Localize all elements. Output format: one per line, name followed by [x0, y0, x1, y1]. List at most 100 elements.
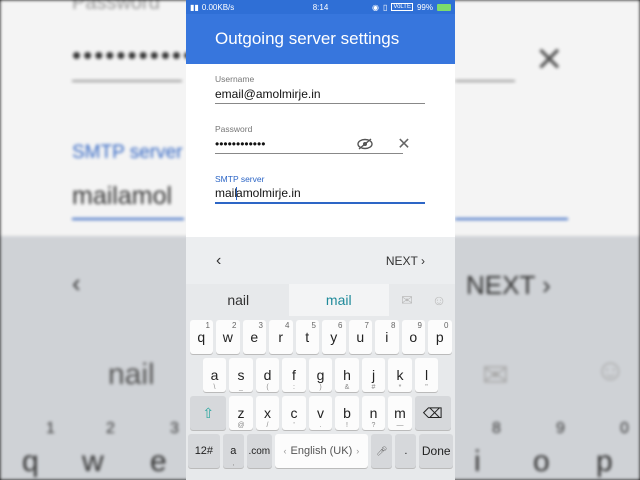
backspace-icon[interactable]: ⌫ — [414, 396, 451, 430]
phone-screen: ▮▮ 0.00KB/s 8:14 ◉ ▯ VoLTE 99% Outgoing … — [186, 0, 455, 480]
key-j[interactable]: j # — [361, 358, 386, 392]
key-label: w — [222, 329, 233, 345]
symbols-key[interactable]: 12# — [188, 434, 220, 468]
bg-prev-arrow: ‹ — [72, 268, 81, 298]
suggestion-item[interactable]: nail — [188, 284, 289, 316]
emoji-icon[interactable]: ☺ — [425, 292, 453, 308]
key-w[interactable]: w2 — [216, 320, 240, 354]
bg-smtp-label: SMTP server — [72, 142, 183, 163]
bg-emoji-icon: ☺ — [595, 354, 626, 387]
key-o[interactable]: o9 — [401, 320, 425, 354]
bg-mail-icon: ✉ — [482, 357, 509, 393]
key-alt-label: # — [371, 384, 376, 391]
key-i[interactable]: i8 — [375, 320, 399, 354]
key-row-4: 12# a, .com ‹ English (UK) › 🎤︎ . Done — [188, 434, 453, 468]
key-t[interactable]: t5 — [295, 320, 319, 354]
key-alt-label: ! — [346, 422, 348, 429]
smtp-input[interactable]: mail amolmirje.in — [215, 184, 425, 204]
shift-key[interactable]: ⇧ — [190, 396, 227, 430]
key-c[interactable]: c ' — [282, 396, 306, 430]
eye-status-icon: ◉ — [372, 2, 379, 12]
key-row-1: q1w2e3r4t5y6u7i8o9p0 — [188, 320, 453, 354]
key-g[interactable]: g) — [308, 358, 333, 392]
bg-num: 2 — [106, 420, 115, 437]
key-x[interactable]: x / — [255, 396, 280, 430]
key-label: a — [210, 367, 219, 383]
suggestion-item-selected[interactable]: mail — [288, 284, 389, 316]
username-input[interactable]: email@amolmirje.in — [215, 84, 425, 104]
bg-num: 8 — [492, 420, 501, 437]
bg-line — [72, 80, 182, 82]
key-alt-label: 8 — [391, 321, 396, 330]
keyboard: nail mail ✉ ☺ q1w2e3r4t5y6u7i8o9p0 a \ s _ d… — [186, 284, 455, 480]
key-label: x — [264, 405, 271, 421]
key-a[interactable]: a \ — [202, 358, 227, 392]
key-alt-label: _ — [239, 384, 243, 391]
key-label: q — [197, 329, 206, 345]
key-alt-label: & — [344, 384, 350, 391]
key-m[interactable]: m — — [388, 396, 412, 430]
key-f[interactable]: f: — [282, 358, 306, 392]
signal-icon: ▮▮ — [190, 2, 199, 12]
bg-key: i — [474, 445, 481, 478]
bg-line — [455, 218, 568, 220]
key-n[interactable]: n? — [361, 396, 386, 430]
prev-button[interactable]: ‹ — [216, 252, 221, 270]
key-alt-label: 9 — [417, 321, 422, 330]
form-navigation: ‹ NEXT › — [186, 237, 455, 284]
key-label: l — [424, 367, 429, 383]
key-alt-label: . — [319, 422, 322, 429]
key-alt-label: 5 — [311, 321, 316, 330]
key-alt-label: \ — [213, 384, 216, 391]
key-alt-label: / — [266, 422, 269, 429]
key-alt-label: 4 — [285, 321, 290, 330]
page-title: Outgoing server settings — [215, 29, 400, 48]
key-label: z — [237, 405, 245, 421]
password-field[interactable]: Password •••••••••••• ✕ — [215, 104, 411, 154]
smtp-value-after: amolmirje.in — [236, 186, 301, 200]
mail-icon[interactable]: ✉ — [389, 292, 425, 309]
key-h[interactable]: h & — [335, 358, 359, 392]
key-r[interactable]: r4 — [269, 320, 293, 354]
app-bar: Outgoing server settings — [186, 14, 455, 64]
done-key[interactable]: Done — [419, 434, 453, 468]
key-d[interactable]: d( — [255, 358, 280, 392]
mic-icon[interactable]: 🎤︎ — [371, 434, 393, 468]
key-alt-label: ) — [319, 384, 322, 391]
key-e[interactable]: e3 — [242, 320, 266, 354]
space-key[interactable]: ‹ English (UK) › — [274, 434, 369, 468]
key-alt-label: — — [396, 422, 404, 429]
bg-line — [455, 80, 515, 82]
key-s[interactable]: s _ — [229, 358, 253, 392]
clear-password-icon[interactable]: ✕ — [397, 137, 411, 153]
key-alt-label: ? — [371, 422, 376, 429]
key-label: t — [305, 329, 310, 345]
smtp-value-before: mail — [215, 186, 238, 200]
username-field[interactable]: Username email@amolmirje.in — [215, 64, 425, 104]
key-p[interactable]: p0 — [428, 320, 452, 354]
bg-num: 1 — [46, 420, 55, 437]
password-input[interactable]: •••••••••••• — [215, 134, 403, 154]
smtp-field[interactable]: SMTP server mail amolmirje.in — [215, 154, 425, 204]
key-label: u — [356, 329, 365, 345]
key-u[interactable]: u7 — [348, 320, 372, 354]
key-b[interactable]: b! — [335, 396, 359, 430]
key-z[interactable]: z @ — [229, 396, 253, 430]
key-alt-label: ( — [266, 384, 269, 391]
bg-num: 0 — [620, 420, 629, 437]
key-q[interactable]: q1 — [189, 320, 213, 354]
key-label: g — [316, 367, 325, 383]
key-l[interactable]: l " — [414, 358, 439, 392]
key-label: o — [409, 329, 418, 345]
key-alt-label: * — [398, 384, 402, 391]
next-button[interactable]: NEXT › — [386, 254, 425, 268]
key-v[interactable]: v. — [308, 396, 333, 430]
toggle-visibility-icon[interactable] — [357, 138, 373, 150]
key-label: d — [263, 367, 272, 383]
period-key[interactable]: . — [395, 434, 417, 468]
at-key[interactable]: a, — [222, 434, 244, 468]
dotcom-key[interactable]: .com — [246, 434, 272, 468]
key-k[interactable]: k * — [388, 358, 412, 392]
key-y[interactable]: y6 — [322, 320, 346, 354]
key-alt-label: 0 — [444, 321, 449, 330]
